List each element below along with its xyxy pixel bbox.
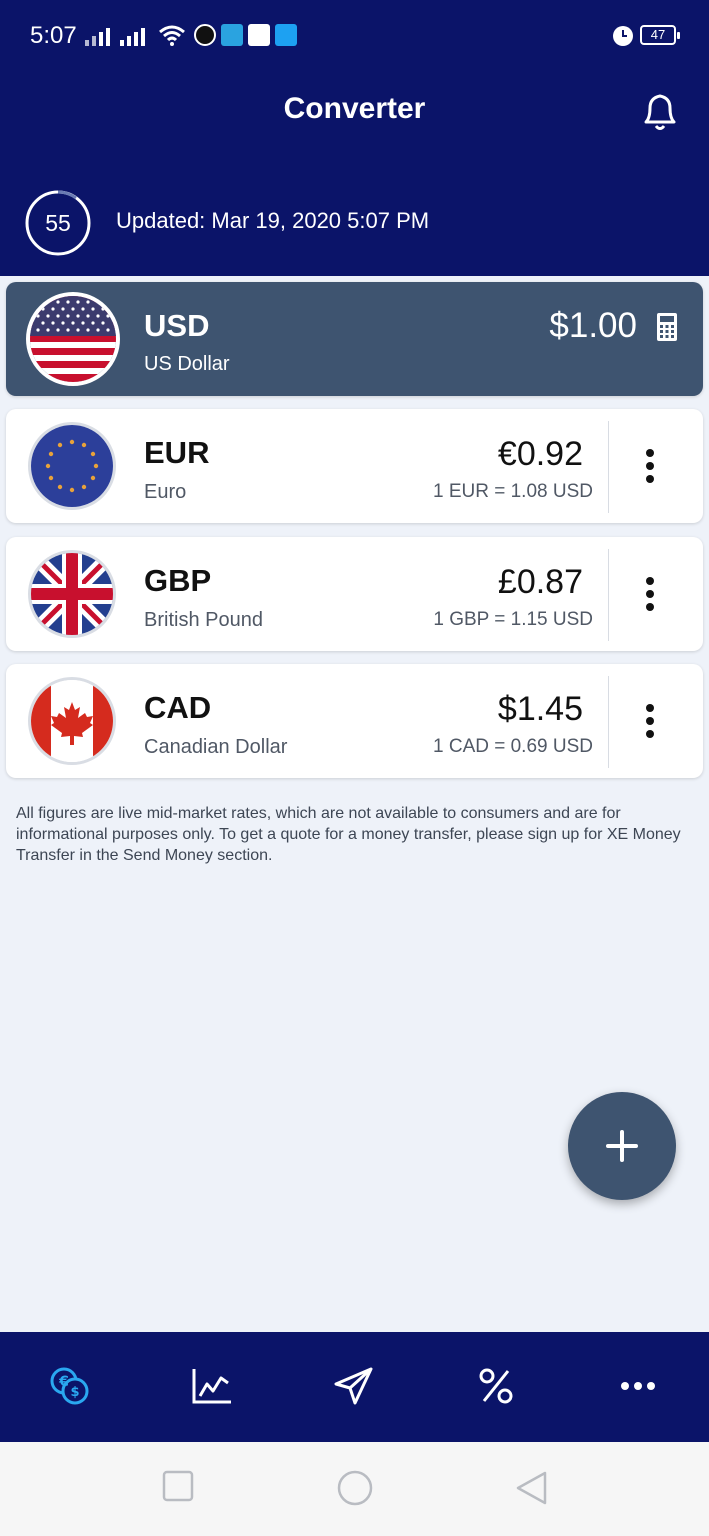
us-flag-icon xyxy=(26,292,120,386)
spotify-icon xyxy=(194,24,216,46)
plus-icon xyxy=(606,1130,638,1162)
nav-rate-alerts[interactable] xyxy=(466,1360,526,1412)
divider xyxy=(608,676,609,768)
signal-2-icon xyxy=(120,26,145,46)
back-icon[interactable] xyxy=(514,1470,548,1506)
rate-alerts-icon xyxy=(479,1368,513,1404)
calculator-icon[interactable] xyxy=(656,312,678,342)
bottom-nav: € $ xyxy=(0,1332,709,1442)
more-options-icon[interactable] xyxy=(632,567,668,621)
currency-card-cad[interactable]: CAD Canadian Dollar $1.45 1 CAD = 0.69 U… xyxy=(6,664,703,778)
currency-code: CAD xyxy=(144,690,212,725)
refresh-countdown: 55 xyxy=(45,210,71,236)
uk-flag-icon xyxy=(28,550,116,638)
wifi-icon xyxy=(159,25,185,46)
currency-code: GBP xyxy=(144,563,212,598)
nav-charts[interactable] xyxy=(182,1360,242,1412)
svg-text:€: € xyxy=(58,1374,69,1390)
home-icon[interactable] xyxy=(337,1470,373,1506)
bell-icon[interactable] xyxy=(638,90,678,132)
currency-amount[interactable]: $1.45 xyxy=(498,690,583,729)
add-currency-button[interactable] xyxy=(568,1092,676,1200)
status-bar: 5:07 47 xyxy=(0,0,709,72)
page-title: Converter xyxy=(283,92,426,125)
currency-card-eur[interactable]: EUR Euro €0.92 1 EUR = 1.08 USD xyxy=(6,409,703,523)
telegram-icon xyxy=(221,24,243,46)
twitter-icon xyxy=(275,24,297,46)
disclaimer-text: All figures are live mid-market rates, w… xyxy=(16,805,681,864)
notification-icons xyxy=(194,24,297,46)
currency-name: Euro xyxy=(144,481,187,503)
alarm-icon xyxy=(613,26,633,46)
slack-icon xyxy=(248,24,270,46)
signal-icon xyxy=(85,26,110,46)
charts-icon xyxy=(192,1369,231,1404)
svg-text:$: $ xyxy=(70,1385,79,1400)
nav-more[interactable] xyxy=(608,1360,668,1412)
exchange-rate: 1 GBP = 1.15 USD xyxy=(433,609,593,630)
exchange-rate: 1 CAD = 0.69 USD xyxy=(433,736,593,757)
currency-name: Canadian Dollar xyxy=(144,736,288,758)
base-currency-card[interactable]: USD US Dollar $1.00 xyxy=(6,282,703,396)
converter-icon: € $ xyxy=(50,1367,89,1405)
base-currency-code: USD xyxy=(144,308,210,343)
battery-icon: 47 xyxy=(640,25,680,45)
exchange-rate: 1 EUR = 1.08 USD xyxy=(433,481,593,502)
recents-icon[interactable] xyxy=(162,1470,194,1502)
system-nav-bar xyxy=(0,1442,709,1536)
currency-name: British Pound xyxy=(144,609,263,631)
eu-flag-icon xyxy=(28,422,116,510)
divider xyxy=(608,421,609,513)
nav-send-money[interactable] xyxy=(324,1360,384,1412)
more-icon xyxy=(621,1382,655,1390)
base-currency-amount[interactable]: $1.00 xyxy=(549,306,637,346)
base-currency-name: US Dollar xyxy=(144,353,230,375)
more-options-icon[interactable] xyxy=(632,439,668,493)
currency-card-gbp[interactable]: GBP British Pound £0.87 1 GBP = 1.15 USD xyxy=(6,537,703,651)
nav-converter[interactable]: € $ xyxy=(40,1360,100,1412)
status-time: 5:07 xyxy=(30,22,77,49)
divider xyxy=(608,549,609,641)
currency-code: EUR xyxy=(144,435,210,470)
currency-amount[interactable]: €0.92 xyxy=(498,435,583,474)
app-header: 5:07 47 Converter 55 Updated: Mar 19, 20… xyxy=(0,0,709,276)
send-money-icon xyxy=(334,1367,373,1405)
canada-flag-icon xyxy=(28,677,116,765)
updated-timestamp: Updated: Mar 19, 2020 5:07 PM xyxy=(116,208,430,233)
more-options-icon[interactable] xyxy=(632,694,668,748)
currency-amount[interactable]: £0.87 xyxy=(498,563,583,602)
